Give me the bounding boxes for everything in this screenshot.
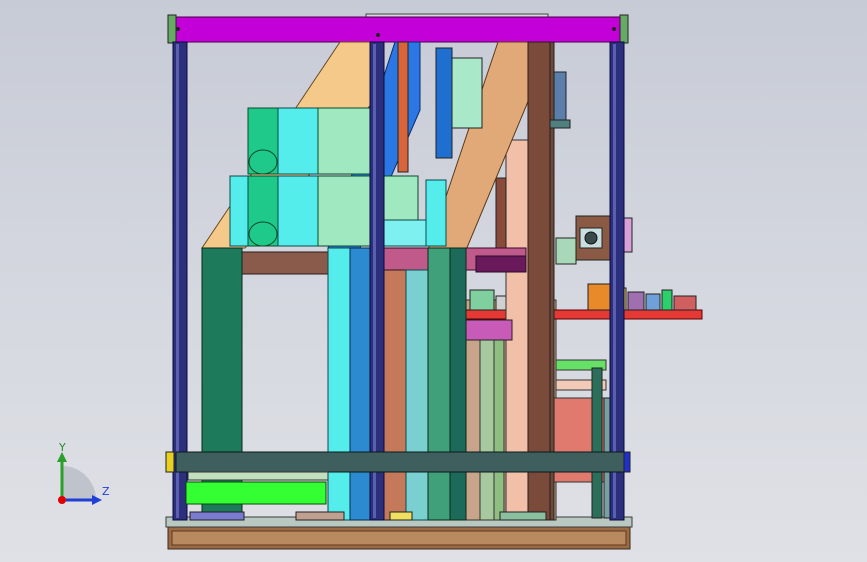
machine-assembly-model[interactable] xyxy=(0,0,867,562)
y-axis-label: Y xyxy=(59,441,66,454)
cylinder-assembly-upper[interactable] xyxy=(247,107,379,175)
triad-origin xyxy=(58,496,66,504)
cad-viewport[interactable]: Y Z xyxy=(0,0,867,562)
cylinder-assembly-lower[interactable] xyxy=(229,175,447,247)
z-axis-label: Z xyxy=(102,485,110,498)
top-beam[interactable] xyxy=(167,14,629,44)
base-plate xyxy=(165,516,633,550)
coordinate-triad: Y Z xyxy=(48,438,118,508)
bottom-beam[interactable] xyxy=(165,451,631,473)
